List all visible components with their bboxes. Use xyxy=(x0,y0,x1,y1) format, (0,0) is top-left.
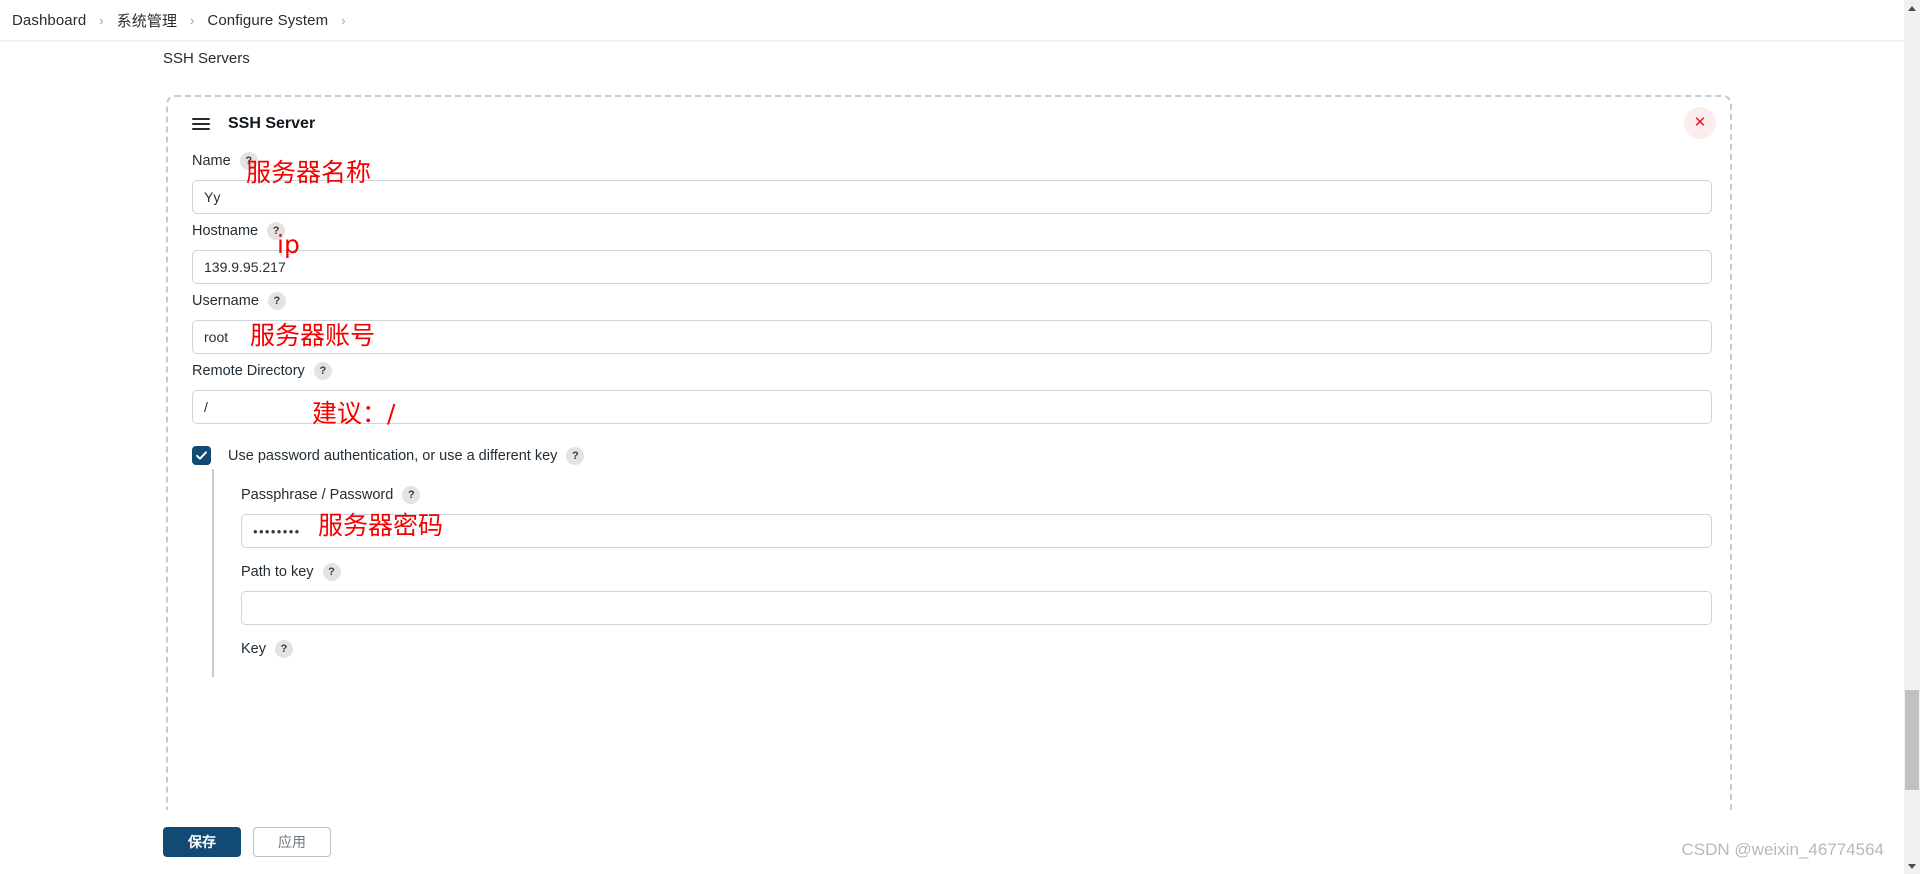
passphrase-input[interactable] xyxy=(241,514,1712,548)
field-key: Key ? xyxy=(235,639,1712,659)
username-input[interactable] xyxy=(192,320,1712,354)
field-hostname-label-text: Hostname xyxy=(192,223,259,239)
save-button[interactable]: 保存 xyxy=(163,827,241,857)
close-icon[interactable]: ✕ xyxy=(1684,107,1716,139)
remote-directory-input[interactable] xyxy=(192,390,1712,424)
use-password-auth-checkbox[interactable] xyxy=(192,446,211,465)
field-key-label: Key ? xyxy=(241,639,1712,659)
use-password-auth-label: Use password authentication, or use a di… xyxy=(228,446,585,465)
use-password-auth-label-text: Use password authentication, or use a di… xyxy=(228,447,558,464)
field-hostname-label: Hostname ? xyxy=(192,221,1712,241)
help-icon[interactable]: ? xyxy=(267,292,286,310)
breadcrumb-separator-icon: › xyxy=(190,12,195,28)
breadcrumb-item-configure-system[interactable]: Configure System xyxy=(207,12,328,29)
field-passphrase-label-text: Passphrase / Password xyxy=(241,487,394,503)
field-path-to-key-label-text: Path to key xyxy=(241,564,314,580)
section-title-ssh-servers: SSH Servers xyxy=(163,50,250,67)
help-icon[interactable]: ? xyxy=(275,640,293,658)
help-icon[interactable]: ? xyxy=(402,486,421,504)
scroll-down-arrow-icon[interactable] xyxy=(1904,858,1920,874)
name-input[interactable] xyxy=(192,180,1712,214)
field-name: Name ? xyxy=(186,151,1712,214)
breadcrumb-separator-icon: › xyxy=(99,12,104,28)
watermark: CSDN @weixin_46774564 xyxy=(1681,840,1884,859)
field-path-to-key-label: Path to key ? xyxy=(241,562,1712,582)
apply-button[interactable]: 应用 xyxy=(253,827,331,857)
field-name-label-text: Name xyxy=(192,153,231,169)
help-icon[interactable]: ? xyxy=(566,446,585,465)
hostname-input[interactable] xyxy=(192,250,1712,284)
field-username-label: Username ? xyxy=(192,291,1712,311)
field-path-to-key: Path to key ? xyxy=(235,562,1712,625)
password-auth-group: Passphrase / Password ? Path to key ? Ke… xyxy=(212,469,1712,677)
use-password-auth-row[interactable]: Use password authentication, or use a di… xyxy=(186,446,1712,465)
form-actions: 保存 应用 xyxy=(163,827,331,857)
field-remote-directory-label: Remote Directory ? xyxy=(192,361,1712,381)
field-username-label-text: Username xyxy=(192,293,259,309)
field-remote-directory: Remote Directory ? xyxy=(186,361,1712,424)
help-icon[interactable]: ? xyxy=(267,222,286,240)
scroll-up-arrow-icon[interactable] xyxy=(1904,0,1920,16)
hamburger-icon[interactable] xyxy=(192,118,210,130)
ssh-server-card-title: SSH Server xyxy=(228,115,316,132)
ssh-server-card-header: SSH Server ✕ xyxy=(186,97,1716,151)
breadcrumb-item-dashboard[interactable]: Dashboard xyxy=(12,12,86,29)
page-body: SSH Servers SSH Server ✕ Name ? Hostname… xyxy=(0,40,1904,874)
field-name-label: Name ? xyxy=(192,151,1712,171)
path-to-key-input[interactable] xyxy=(241,591,1712,625)
field-passphrase: Passphrase / Password ? xyxy=(235,485,1712,548)
field-key-label-text: Key xyxy=(241,641,266,657)
field-remote-directory-label-text: Remote Directory xyxy=(192,363,305,379)
field-passphrase-label: Passphrase / Password ? xyxy=(241,485,1712,505)
scrollbar-thumb[interactable] xyxy=(1905,690,1919,790)
help-icon[interactable]: ? xyxy=(313,362,332,380)
breadcrumb-bar: Dashboard › 系统管理 › Configure System › xyxy=(0,0,1904,40)
help-icon[interactable]: ? xyxy=(322,563,341,581)
field-username: Username ? xyxy=(186,291,1712,354)
field-hostname: Hostname ? xyxy=(186,221,1712,284)
help-icon[interactable]: ? xyxy=(239,152,258,170)
breadcrumb-item-system-management[interactable]: 系统管理 xyxy=(117,10,177,31)
ssh-server-card: SSH Server ✕ Name ? Hostname ? Username … xyxy=(166,95,1732,861)
page-scrollbar[interactable] xyxy=(1904,0,1920,874)
breadcrumb-separator-icon: › xyxy=(341,12,346,28)
